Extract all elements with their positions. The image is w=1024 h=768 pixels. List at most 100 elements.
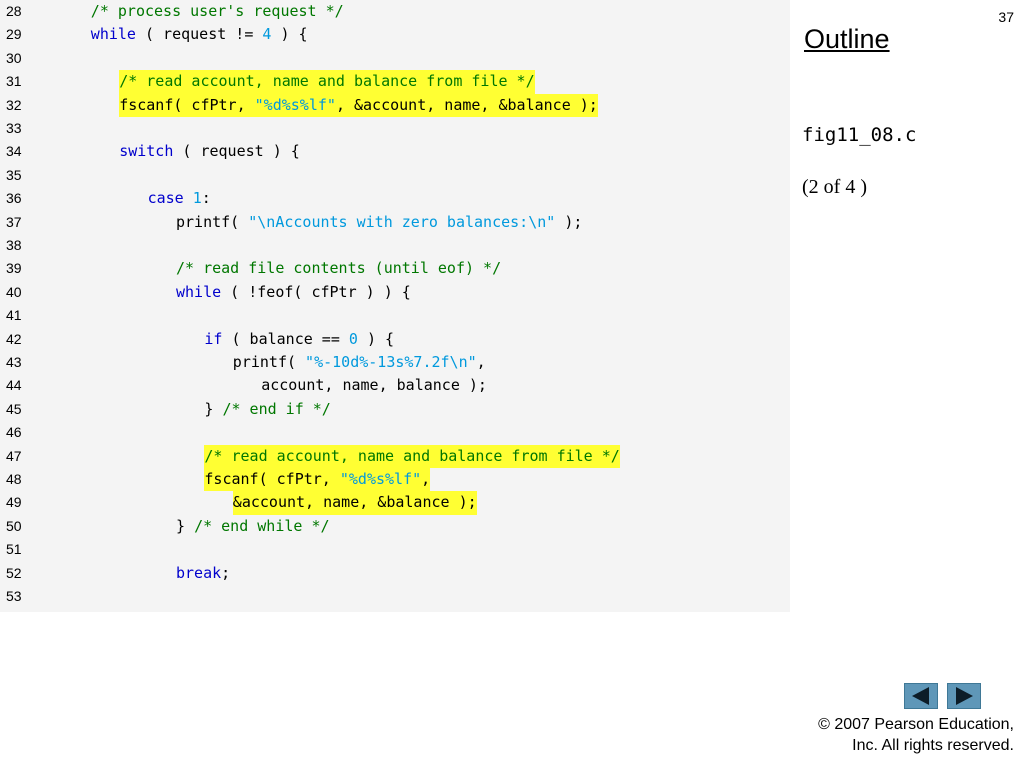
line-number: 29 [6,26,22,43]
comment-token: /* end if */ [222,399,331,418]
code-line: 47 /* read account, name and balance from… [0,444,790,468]
literal-token: "\nAccounts with zero balances:\n" [248,212,556,231]
code-text: /* process user's request */ [91,0,344,23]
code-token: ( request ) { [173,142,300,161]
literal-token: 1 [192,189,202,208]
code-line: 39 /* read file contents (until eof) */ [0,257,790,280]
code-token: printf( [232,353,306,371]
line-number: 44 [6,377,22,394]
line-number: 31 [6,73,22,90]
line-number: 41 [6,307,22,324]
line-number: 42 [6,330,22,347]
code-token: &account, name, &balance ); [232,493,477,512]
code-text: printf( "\nAccounts with zero balances:\… [176,211,582,234]
code-text: } /* end while */ [176,515,330,538]
code-text: /* read account, name and balance from f… [204,444,620,468]
triangle-left-icon [912,687,929,705]
line-number: 35 [6,166,22,183]
code-text: /* read account, name and balance from f… [119,70,535,94]
line-number: 49 [6,494,22,511]
code-text: account, name, balance ); [261,374,487,397]
code-token: account, name, balance ); [261,376,487,395]
line-number: 45 [6,400,22,417]
line-number: 48 [6,471,22,487]
code-line: 41 [0,304,790,327]
line-number: 53 [6,588,22,604]
comment-token: /* read account, name and balance from f… [119,72,535,91]
code-line: 46 [0,421,790,444]
outline-link[interactable]: Outline [804,24,890,55]
code-line: 51 [0,538,790,561]
code-token: fscanf( cfPtr, [204,470,340,488]
code-line: 38 [0,234,790,257]
code-line: 28 /* process user's request */ [0,0,790,23]
line-number: 34 [6,143,22,160]
code-text: &account, name, &balance ); [232,491,477,515]
code-line: 44 account, name, balance ); [0,374,790,397]
code-token: ) { [271,25,308,44]
copyright-notice: © 2007 Pearson Education, Inc. All right… [818,714,1014,756]
comment-token: /* read account, name and balance from f… [204,446,620,465]
code-token: ( balance == [222,329,349,348]
code-token: ); [555,212,583,231]
keyword-token: case [147,189,184,208]
code-token: , [421,470,431,488]
literal-token: "%d%s%lf" [339,470,422,488]
line-number: 50 [6,517,22,534]
code-line: 48 fscanf( cfPtr, "%d%s%lf", [0,468,790,492]
code-line: 36 case 1: [0,187,790,210]
line-number: 43 [6,354,22,370]
code-token: fscanf( cfPtr, [119,95,255,114]
keyword-token: switch [119,142,174,161]
code-line: 43 printf( "%-10d%-13s%7.2f\n", [0,351,790,374]
line-number: 30 [6,49,22,66]
line-number: 46 [6,424,22,441]
keyword-token: while [90,25,136,44]
line-number: 39 [6,260,22,277]
code-text: while ( request != 4 ) { [91,23,308,46]
code-text: if ( balance == 0 ) { [204,328,394,351]
code-line: 33 [0,117,790,140]
code-line: 40 while ( !feof( cfPtr ) ) { [0,281,790,304]
code-text: } /* end if */ [204,398,330,421]
comment-token: /* process user's request */ [90,2,344,20]
line-number: 38 [6,237,22,253]
slide-number: 37 [998,9,1014,25]
code-token: printf( [176,212,249,231]
previous-slide-button[interactable] [904,683,938,709]
code-token: } [176,516,195,535]
code-line: 52 break; [0,562,790,585]
code-token: ; [221,563,231,582]
keyword-token: while [176,282,222,301]
code-line: 30 [0,47,790,70]
copyright-line-1: © 2007 Pearson Education, [818,716,1014,733]
code-line: 31 /* read account, name and balance from… [0,70,790,94]
code-text: fscanf( cfPtr, "%d%s%lf", &account, name… [119,93,598,117]
code-text: while ( !feof( cfPtr ) ) { [176,281,411,304]
code-line: 37 printf( "\nAccounts with zero balances… [0,211,790,234]
copyright-line-2: Inc. All rights reserved. [852,737,1014,754]
code-text: fscanf( cfPtr, "%d%s%lf", [204,468,431,492]
code-text: /* read file contents (until eof) */ [176,257,501,280]
line-number: 37 [6,213,22,230]
code-line: 50 } /* end while */ [0,515,790,538]
code-text: case 1: [148,187,211,210]
line-number: 28 [6,3,22,19]
code-token: , &account, name, &balance ); [335,95,598,114]
code-line: 35 [0,164,790,187]
code-text: switch ( request ) { [119,140,300,163]
next-slide-button[interactable] [947,683,981,709]
keyword-token: break [176,563,222,582]
line-number: 33 [6,120,22,136]
code-token: ) { [357,329,395,348]
triangle-right-icon [956,687,973,705]
code-token: ( !feof( cfPtr ) ) { [221,282,411,301]
code-line: 45 } /* end if */ [0,398,790,421]
literal-token: "%d%s%lf" [254,95,336,114]
literal-token: 0 [348,329,358,348]
line-number: 47 [6,447,22,464]
code-line: 29 while ( request != 4 ) { [0,23,790,46]
code-token: ( request != [135,25,263,44]
line-number: 32 [6,96,22,113]
